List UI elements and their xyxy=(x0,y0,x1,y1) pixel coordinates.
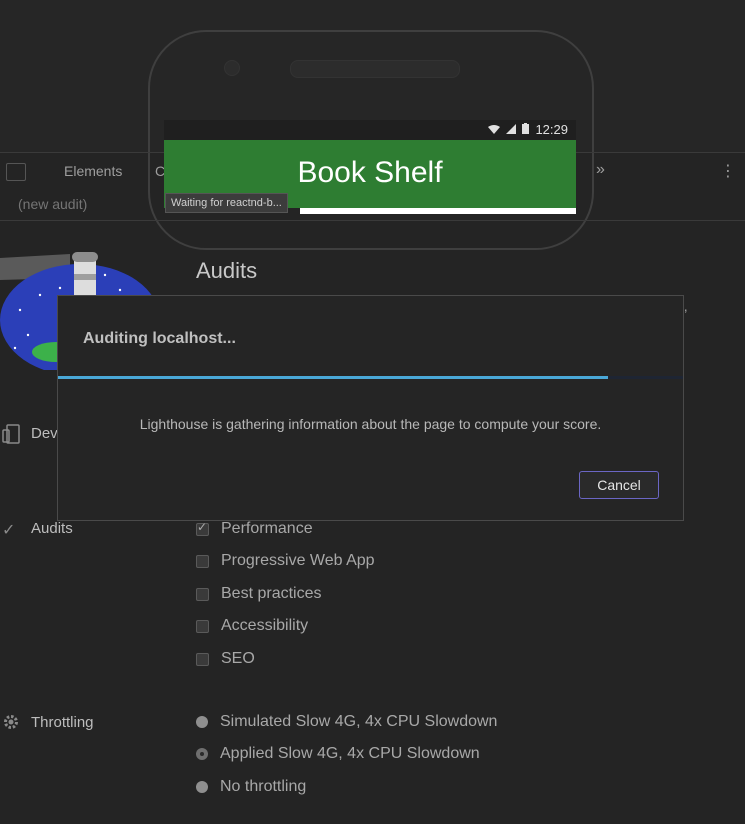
throttling-simulated[interactable]: Simulated Slow 4G, 4x CPU Slowdown xyxy=(196,711,497,733)
category-pwa[interactable]: Progressive Web App xyxy=(196,550,375,572)
signal-icon xyxy=(506,122,517,137)
throttling-option-label: No throttling xyxy=(220,778,307,795)
checkbox[interactable] xyxy=(196,619,209,633)
audits-section-label: Audits xyxy=(31,520,73,537)
radio-button[interactable] xyxy=(196,781,208,793)
category-accessibility[interactable]: Accessibility xyxy=(196,615,308,637)
wifi-icon xyxy=(488,122,501,137)
gear-icon xyxy=(2,713,20,736)
category-performance[interactable]: Performance xyxy=(196,518,313,540)
throttling-option-label: Applied Slow 4G, 4x CPU Slowdown xyxy=(220,745,480,762)
phone-camera xyxy=(224,60,240,76)
category-seo[interactable]: SEO xyxy=(196,648,255,670)
status-time: 12:29 xyxy=(535,122,568,137)
more-tabs-icon[interactable]: » xyxy=(596,161,605,179)
checkbox[interactable] xyxy=(196,652,209,666)
cancel-button[interactable]: Cancel xyxy=(579,471,659,499)
category-label: Performance xyxy=(221,520,313,537)
category-label: SEO xyxy=(221,650,255,667)
radio-button[interactable] xyxy=(196,716,208,728)
checkbox[interactable] xyxy=(196,520,209,536)
device-section-label: Dev xyxy=(31,425,58,442)
menu-kebab-icon[interactable]: ⋮ xyxy=(720,161,736,181)
auditing-dialog: Auditing localhost... Lighthouse is gath… xyxy=(57,295,684,521)
category-best-practices[interactable]: Best practices xyxy=(196,583,321,605)
tab-elements[interactable]: Elements xyxy=(64,163,122,179)
checkbox[interactable] xyxy=(196,587,209,601)
app-content-strip xyxy=(300,208,576,214)
radio-button[interactable] xyxy=(196,748,208,760)
progress-bar xyxy=(58,376,683,379)
battery-icon xyxy=(522,122,530,137)
page-title: Audits xyxy=(196,258,258,283)
throttling-section-label: Throttling xyxy=(31,714,94,731)
loading-tooltip: Waiting for reactnd-b... xyxy=(165,193,288,213)
category-label: Best practices xyxy=(221,585,322,602)
category-label: Progressive Web App xyxy=(221,552,375,569)
throttling-none[interactable]: No throttling xyxy=(196,776,306,798)
dialog-message: Lighthouse is gathering information abou… xyxy=(139,416,602,432)
check-icon: ✓ xyxy=(2,522,16,539)
device-icon xyxy=(2,424,20,449)
phone-status-bar: 12:29 xyxy=(164,120,576,140)
checkbox[interactable] xyxy=(196,554,209,568)
progress-fill xyxy=(58,376,608,379)
phone-speaker xyxy=(290,60,460,78)
category-label: Accessibility xyxy=(221,617,309,634)
dialog-title: Auditing localhost... xyxy=(83,330,236,347)
inspect-icon[interactable] xyxy=(6,163,26,181)
throttling-option-label: Simulated Slow 4G, 4x CPU Slowdown xyxy=(220,713,498,730)
app-title: Book Shelf xyxy=(297,156,443,189)
new-audit-tab[interactable]: (new audit) xyxy=(18,196,87,212)
throttling-applied[interactable]: Applied Slow 4G, 4x CPU Slowdown xyxy=(196,743,480,765)
